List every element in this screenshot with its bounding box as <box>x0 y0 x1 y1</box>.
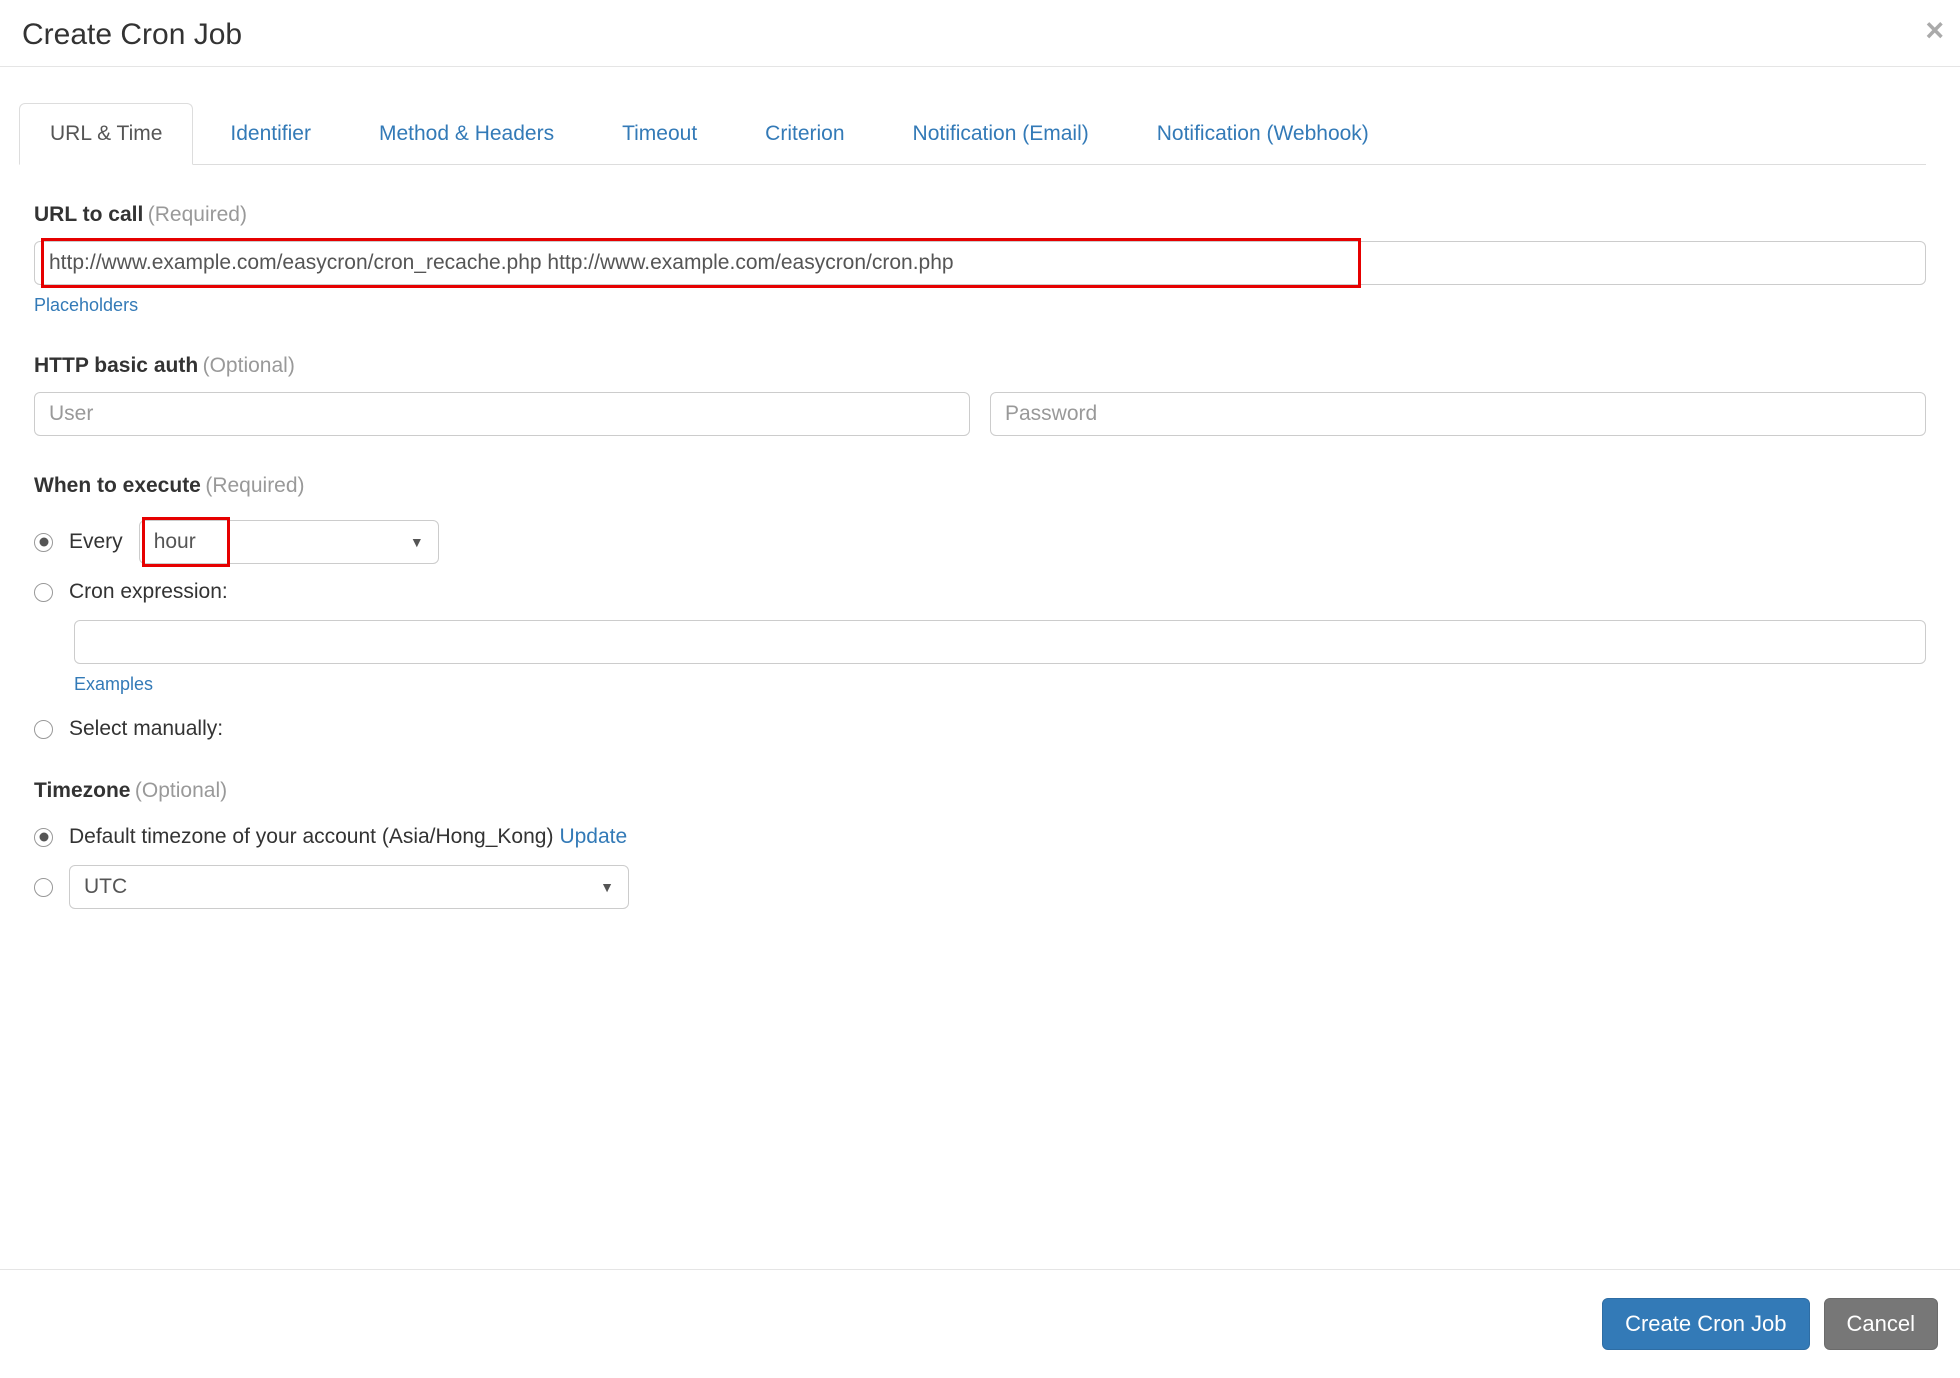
every-select-value: hour <box>154 530 196 554</box>
tz-select-value: UTC <box>84 875 127 899</box>
create-button[interactable]: Create Cron Job <box>1602 1298 1809 1350</box>
radio-tz-custom[interactable] <box>34 878 53 897</box>
cron-expression-input[interactable] <box>74 620 1926 664</box>
every-label: Every <box>69 530 123 554</box>
schedule-every-row: Every hour ▼ <box>34 520 1926 564</box>
modal-footer: Create Cron Job Cancel <box>0 1269 1960 1378</box>
cancel-button[interactable]: Cancel <box>1824 1298 1938 1350</box>
auth-label: HTTP basic auth <box>34 354 198 377</box>
examples-link[interactable]: Examples <box>74 674 153 695</box>
schedule-label: When to execute <box>34 474 201 497</box>
tab-timeout[interactable]: Timeout <box>591 103 728 165</box>
cron-input-wrap <box>74 620 1926 664</box>
radio-manual[interactable] <box>34 720 53 739</box>
tab-bar: URL & Time Identifier Method & Headers T… <box>19 103 1926 165</box>
tz-custom-row: UTC ▼ <box>34 865 1926 909</box>
modal-header: Create Cron Job × <box>0 0 1960 66</box>
url-label: URL to call <box>34 203 143 226</box>
tab-url-time[interactable]: URL & Time <box>19 103 193 165</box>
tz-select-wrap: UTC ▼ <box>69 865 629 909</box>
chevron-down-icon: ▼ <box>600 879 614 895</box>
close-icon[interactable]: × <box>1925 14 1944 46</box>
url-group: URL to call (Required) Placeholders <box>34 203 1926 316</box>
radio-cron[interactable] <box>34 583 53 602</box>
cron-label: Cron expression: <box>69 580 228 604</box>
tz-default-label: Default timezone of your account (Asia/H… <box>69 825 553 849</box>
create-cron-modal: Create Cron Job × URL & Time Identifier … <box>0 0 1960 1378</box>
tab-notification-email[interactable]: Notification (Email) <box>882 103 1120 165</box>
url-input[interactable] <box>34 241 1926 285</box>
schedule-group: When to execute (Required) Every hour ▼ … <box>34 474 1926 741</box>
timezone-label: Timezone <box>34 779 130 802</box>
url-input-wrap <box>34 241 1926 285</box>
radio-every[interactable] <box>34 533 53 552</box>
auth-password-input[interactable] <box>990 392 1926 436</box>
schedule-manual-row: Select manually: <box>34 717 1926 741</box>
every-select[interactable]: hour ▼ <box>139 520 439 564</box>
radio-tz-default[interactable] <box>34 828 53 847</box>
tz-default-row: Default timezone of your account (Asia/H… <box>34 825 1926 849</box>
chevron-down-icon: ▼ <box>410 534 424 550</box>
modal-body: URL & Time Identifier Method & Headers T… <box>0 67 1960 1269</box>
auth-user-input[interactable] <box>34 392 970 436</box>
tz-update-link[interactable]: Update <box>559 825 627 849</box>
url-hint: (Required) <box>148 203 247 226</box>
tab-criterion[interactable]: Criterion <box>734 103 875 165</box>
schedule-hint: (Required) <box>205 474 304 497</box>
schedule-cron-row: Cron expression: <box>34 580 1926 604</box>
every-select-wrap: hour ▼ <box>139 520 439 564</box>
tab-method-headers[interactable]: Method & Headers <box>348 103 585 165</box>
tz-select[interactable]: UTC ▼ <box>69 865 629 909</box>
timezone-hint: (Optional) <box>135 779 227 802</box>
auth-hint: (Optional) <box>203 354 295 377</box>
modal-title: Create Cron Job <box>22 18 1938 52</box>
tab-notification-webhook[interactable]: Notification (Webhook) <box>1126 103 1400 165</box>
auth-group: HTTP basic auth (Optional) <box>34 354 1926 436</box>
placeholders-link[interactable]: Placeholders <box>34 295 138 316</box>
manual-label: Select manually: <box>69 717 223 741</box>
tab-identifier[interactable]: Identifier <box>199 103 342 165</box>
timezone-group: Timezone (Optional) Default timezone of … <box>34 779 1926 909</box>
